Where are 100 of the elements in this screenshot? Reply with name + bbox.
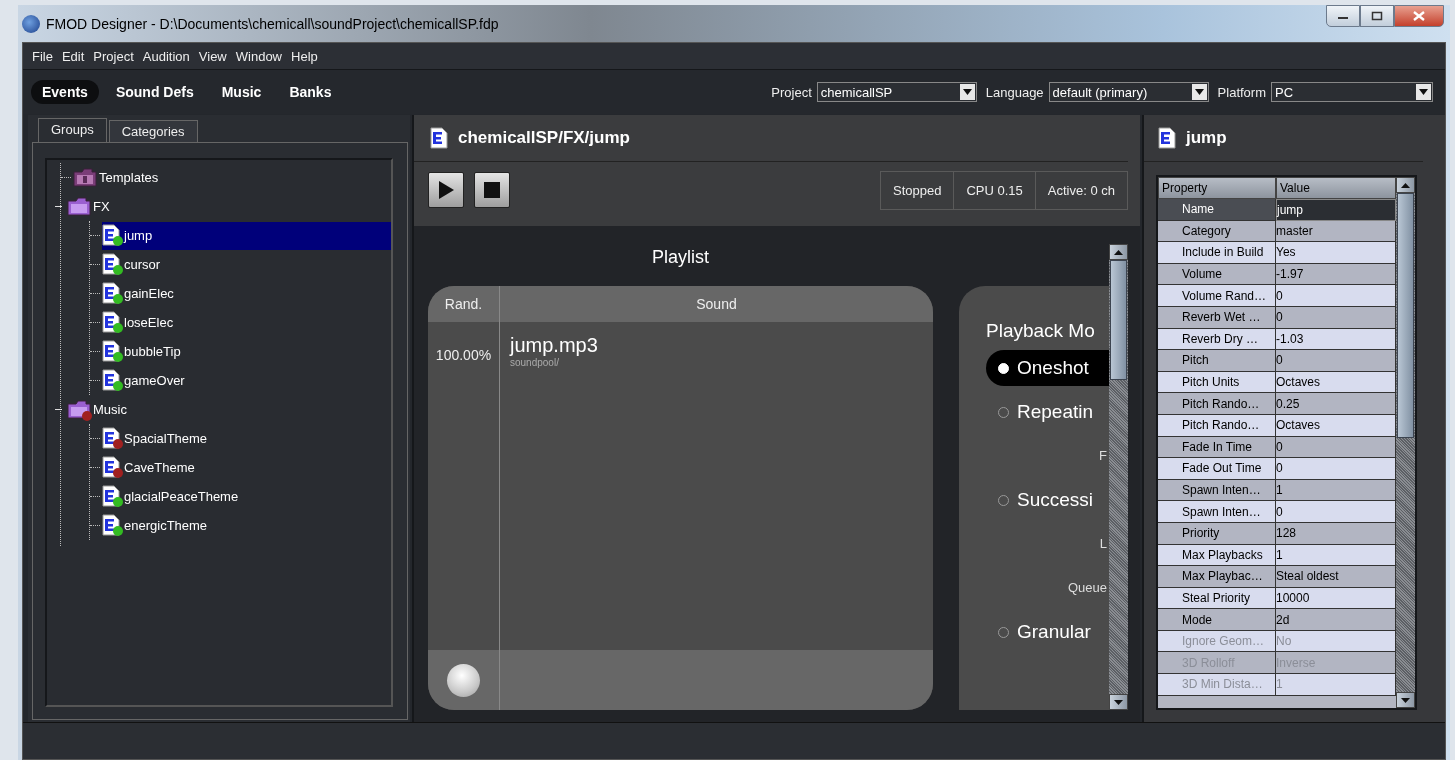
property-row[interactable]: Fade In Time 0 bbox=[1158, 436, 1396, 459]
tree-item[interactable]: loseElec bbox=[102, 308, 391, 337]
event-icon bbox=[102, 456, 124, 479]
menu-item[interactable]: Audition bbox=[138, 48, 194, 64]
panel-tab[interactable]: Categories bbox=[108, 120, 198, 142]
scroll-thumb[interactable] bbox=[1110, 260, 1127, 380]
property-row[interactable]: Volume -1.97 bbox=[1158, 263, 1396, 286]
scrollbar[interactable] bbox=[1109, 244, 1128, 710]
property-row[interactable]: Pitch Rando… Octaves bbox=[1158, 414, 1396, 437]
close-button[interactable] bbox=[1394, 5, 1444, 27]
mode-tab[interactable]: Sound Defs bbox=[104, 80, 205, 104]
tree-item[interactable]: cursor bbox=[102, 250, 391, 279]
stop-icon bbox=[484, 182, 500, 198]
property-value: 0 bbox=[1276, 350, 1396, 372]
panel-tab[interactable]: Groups bbox=[38, 118, 107, 142]
property-name: Pitch Rando… bbox=[1158, 414, 1276, 437]
property-value: 2d bbox=[1276, 609, 1396, 631]
folder-icon bbox=[67, 195, 93, 218]
scroll-down-button[interactable] bbox=[1396, 692, 1415, 708]
radio-option[interactable]: Successi bbox=[986, 482, 1109, 518]
property-value: 0 bbox=[1276, 306, 1396, 329]
column-header[interactable]: Value bbox=[1276, 177, 1396, 199]
mode-tab[interactable]: Events bbox=[31, 80, 99, 104]
menu-item[interactable]: View bbox=[194, 48, 231, 64]
column-header[interactable]: Property bbox=[1158, 177, 1276, 199]
tree-item[interactable]: energicTheme bbox=[102, 511, 391, 540]
property-row[interactable]: Steal Priority 10000 bbox=[1158, 587, 1396, 610]
property-row[interactable]: Spawn Inten… 1 bbox=[1158, 479, 1396, 502]
property-row[interactable]: Volume Rand… 0 bbox=[1158, 285, 1396, 307]
radio-option[interactable]: Repeatin bbox=[986, 394, 1109, 430]
property-row[interactable]: Reverb Wet … 0 bbox=[1158, 306, 1396, 329]
event-title: chemicallSP/FX/jump bbox=[458, 128, 630, 148]
property-row[interactable]: Name jump bbox=[1158, 199, 1396, 221]
minimize-button[interactable] bbox=[1326, 5, 1360, 27]
property-row[interactable]: Mode 2d bbox=[1158, 609, 1396, 631]
property-value: -1.03 bbox=[1276, 328, 1396, 351]
property-value: 0.25 bbox=[1276, 393, 1396, 415]
tree-item[interactable]: CaveTheme bbox=[102, 453, 391, 482]
tree-item[interactable]: glacialPeaceTheme bbox=[102, 482, 391, 511]
property-row[interactable]: Pitch Rando… 0.25 bbox=[1158, 393, 1396, 415]
maximize-button[interactable] bbox=[1360, 5, 1394, 27]
menu-item[interactable]: Window bbox=[231, 48, 286, 64]
dropdown[interactable]: default (primary) bbox=[1048, 82, 1209, 102]
menu-item[interactable]: Help bbox=[287, 48, 322, 64]
panel-title: jump bbox=[1186, 128, 1227, 148]
property-name: Max Playbacks bbox=[1158, 544, 1276, 567]
menu-item[interactable]: Project bbox=[89, 48, 138, 64]
mode-tab[interactable]: Music bbox=[210, 80, 273, 104]
property-value: 1 bbox=[1276, 479, 1396, 502]
tree-item[interactable]: bubbleTip bbox=[102, 337, 391, 366]
playback-title: Playback Mo bbox=[985, 320, 1096, 342]
knob[interactable] bbox=[447, 663, 480, 697]
property-name: Fade Out Time bbox=[1158, 458, 1276, 480]
property-value: 0 bbox=[1276, 458, 1396, 480]
sound-path: soundpool/ bbox=[510, 357, 560, 368]
mode-tab[interactable]: Banks bbox=[278, 80, 343, 104]
menu-item[interactable]: Edit bbox=[57, 48, 89, 64]
radio-option[interactable]: Oneshot bbox=[986, 350, 1109, 386]
property-row[interactable]: Include in Build Yes bbox=[1158, 242, 1396, 264]
event-icon bbox=[102, 485, 124, 508]
field-label: F bbox=[1099, 448, 1107, 463]
property-name: Pitch Rando… bbox=[1158, 393, 1276, 415]
tree-item[interactable]: gameOver bbox=[102, 366, 391, 395]
selector-label: Project bbox=[771, 84, 812, 100]
property-row[interactable]: Category master bbox=[1158, 220, 1396, 243]
scroll-up-button[interactable] bbox=[1396, 177, 1415, 193]
dropdown[interactable]: chemicallSP bbox=[816, 82, 977, 102]
tree-item[interactable]: gainElec bbox=[102, 279, 391, 308]
menu-item[interactable]: File bbox=[28, 48, 57, 64]
close-icon bbox=[1413, 11, 1425, 21]
property-row[interactable]: Pitch Units Octaves bbox=[1158, 371, 1396, 394]
property-row[interactable]: Fade Out Time 0 bbox=[1158, 458, 1396, 480]
tree-item[interactable]: Templates bbox=[73, 163, 391, 192]
tree-item[interactable]: FX bbox=[67, 192, 391, 221]
scroll-up-button[interactable] bbox=[1109, 244, 1128, 260]
property-value: 1 bbox=[1276, 674, 1396, 696]
property-value: Octaves bbox=[1276, 371, 1396, 394]
status-cell-text: Stopped bbox=[892, 181, 943, 200]
tree-item[interactable]: SpacialTheme bbox=[102, 424, 391, 453]
property-row[interactable]: Reverb Dry … -1.03 bbox=[1158, 328, 1396, 351]
stop-button[interactable] bbox=[474, 172, 510, 208]
property-value: Steal oldest bbox=[1276, 566, 1396, 588]
scroll-down-button[interactable] bbox=[1109, 694, 1128, 710]
caret-up-icon bbox=[1401, 182, 1410, 188]
field-label: Queue bbox=[1067, 580, 1107, 595]
property-row[interactable]: Spawn Inten… 0 bbox=[1158, 501, 1396, 523]
property-row[interactable]: Max Playbac… Steal oldest bbox=[1158, 566, 1396, 588]
tree-item[interactable]: jump bbox=[102, 221, 391, 250]
scrollbar[interactable] bbox=[1396, 177, 1415, 708]
property-row[interactable]: Max Playbacks 1 bbox=[1158, 544, 1396, 567]
property-row[interactable]: Priority 128 bbox=[1158, 522, 1396, 545]
event-icon bbox=[102, 224, 124, 247]
property-row[interactable]: Pitch 0 bbox=[1158, 350, 1396, 372]
scroll-thumb[interactable] bbox=[1397, 193, 1414, 438]
radio-option[interactable]: Granular bbox=[986, 614, 1109, 650]
property-value: 0 bbox=[1276, 436, 1396, 459]
dropdown[interactable]: PC bbox=[1271, 82, 1433, 102]
tree-item[interactable]: Music bbox=[67, 395, 391, 424]
sound-entry[interactable]: jump.mp3 soundpool/ bbox=[500, 322, 933, 650]
play-button[interactable] bbox=[428, 172, 464, 208]
